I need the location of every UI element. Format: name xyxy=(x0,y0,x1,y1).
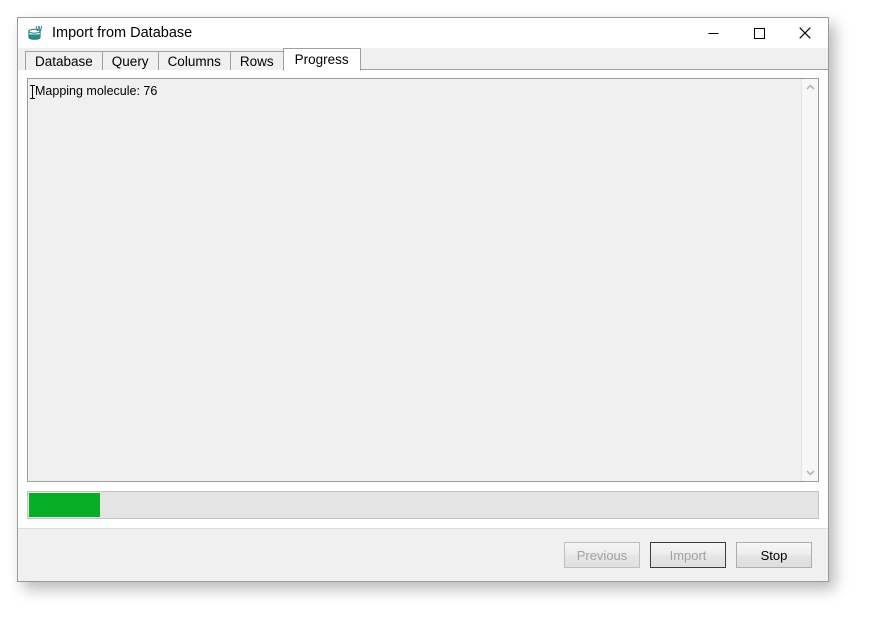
log-scrollbar[interactable] xyxy=(801,79,818,481)
tab-query[interactable]: Query xyxy=(101,51,159,70)
close-icon xyxy=(799,27,811,39)
stop-button[interactable]: Stop xyxy=(736,542,812,568)
import-button[interactable]: Import xyxy=(650,542,726,568)
progress-bar-container xyxy=(27,482,819,528)
maximize-button[interactable] xyxy=(736,18,782,48)
footer-separator xyxy=(18,528,828,529)
tab-rows[interactable]: Rows xyxy=(229,51,284,70)
progress-tab-panel: Mapping molecule: 76 xyxy=(18,70,828,529)
close-button[interactable] xyxy=(782,18,828,48)
progress-bar-fill xyxy=(29,493,100,517)
tab-strip-filler xyxy=(359,51,828,70)
window-controls xyxy=(690,18,828,48)
tab-columns[interactable]: Columns xyxy=(157,51,231,70)
maximize-icon xyxy=(753,27,765,39)
tab-progress[interactable]: Progress xyxy=(282,48,361,71)
window-title: Import from Database xyxy=(52,24,193,41)
previous-button[interactable]: Previous xyxy=(564,542,640,568)
import-from-database-window: W Import from Database Database Query Co… xyxy=(17,17,829,582)
chevron-up-icon xyxy=(805,84,815,90)
minimize-icon xyxy=(708,32,718,34)
scrollbar-up-button[interactable] xyxy=(802,79,818,96)
scrollbar-down-button[interactable] xyxy=(802,464,818,481)
text-caret xyxy=(30,85,35,99)
tab-database[interactable]: Database xyxy=(25,51,103,70)
log-panel[interactable]: Mapping molecule: 76 xyxy=(27,78,819,482)
scrollbar-track[interactable] xyxy=(802,96,818,464)
log-text-area[interactable]: Mapping molecule: 76 xyxy=(28,79,801,481)
title-bar[interactable]: W Import from Database xyxy=(18,18,828,48)
progress-bar xyxy=(27,491,819,519)
log-line: Mapping molecule: 76 xyxy=(30,84,801,99)
chevron-down-icon xyxy=(805,470,815,476)
database-import-icon: W xyxy=(28,26,43,40)
minimize-button[interactable] xyxy=(690,18,736,48)
svg-text:W: W xyxy=(36,26,43,33)
dialog-footer: Previous Import Stop xyxy=(18,529,828,581)
log-line-text: Mapping molecule: 76 xyxy=(35,84,158,98)
tab-strip: Database Query Columns Rows Progress xyxy=(18,48,828,71)
